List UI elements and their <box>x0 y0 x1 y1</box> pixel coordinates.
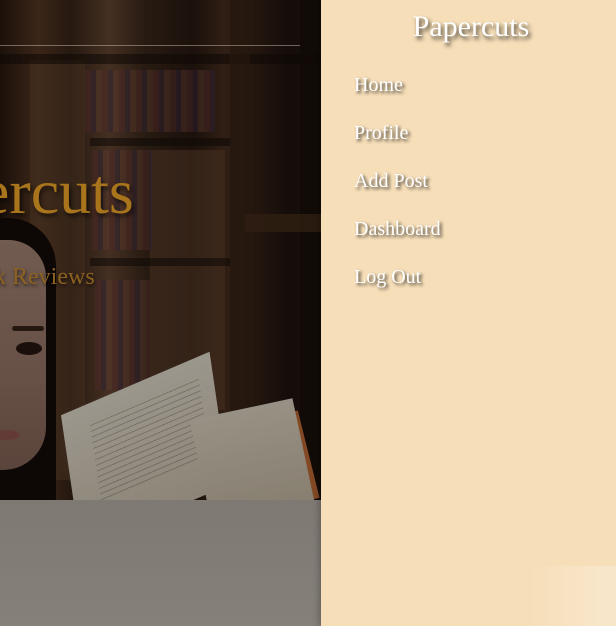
nav-item-add-post: Add Post <box>354 166 441 214</box>
page-dim-area[interactable] <box>0 500 321 626</box>
hero-subtitle: Book Reviews <box>0 264 95 290</box>
hero-title: Papercuts <box>0 156 134 227</box>
nav-link-dashboard[interactable]: Dashboard <box>354 218 441 240</box>
nav-item-log-out: Log Out <box>354 262 441 310</box>
drawer-bottom-shade <box>321 566 616 626</box>
nav-link-log-out[interactable]: Log Out <box>354 266 421 288</box>
drawer-nav-list: Home Profile Add Post Dashboard Log Out <box>354 70 441 310</box>
nav-item-home: Home <box>354 70 441 118</box>
nav-link-add-post[interactable]: Add Post <box>354 170 428 192</box>
nav-item-profile: Profile <box>354 118 441 166</box>
nav-item-dashboard: Dashboard <box>354 214 441 262</box>
hero-dim-overlay <box>0 0 321 500</box>
nav-link-profile[interactable]: Profile <box>354 122 408 144</box>
nav-link-home[interactable]: Home <box>354 74 403 96</box>
hero-banner: Papercuts Book Reviews <box>0 0 321 500</box>
hero-divider <box>0 45 300 46</box>
nav-drawer: Papercuts Home Profile Add Post Dashboar… <box>321 0 616 626</box>
drawer-title: Papercuts <box>412 10 530 43</box>
